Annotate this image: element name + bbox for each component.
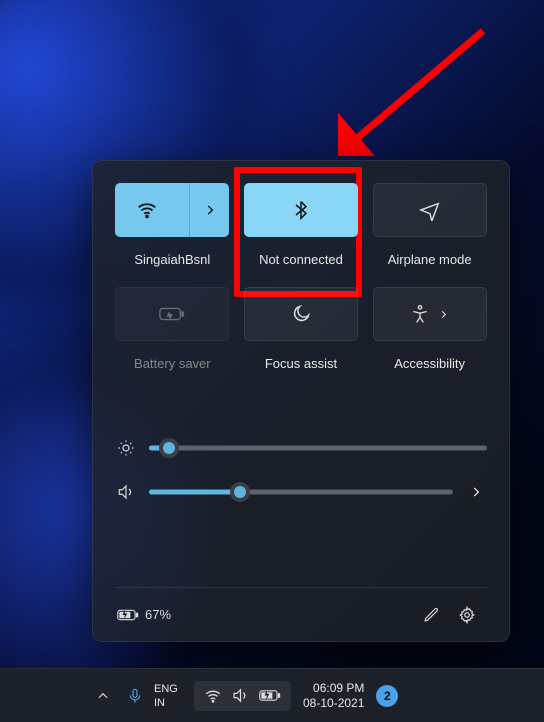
battery-icon [259, 689, 281, 702]
wifi-label: SingaiahBsnl [134, 245, 210, 273]
clock-time: 06:09 PM [303, 681, 364, 696]
quick-tiles-grid: SingaiahBsnl Not connected Airplane mode [115, 183, 487, 383]
wifi-toggle[interactable] [115, 183, 179, 237]
notification-badge[interactable]: 2 [376, 685, 398, 707]
wifi-icon [136, 199, 158, 221]
edit-button[interactable] [413, 597, 449, 633]
airplane-icon [419, 199, 441, 221]
chevron-up-icon [96, 689, 110, 703]
volume-icon [115, 483, 137, 501]
taskbar: ENG IN 06:09 PM 08-10-2021 2 [0, 668, 544, 722]
quick-settings-footer: 67% [115, 587, 487, 641]
volume-slider[interactable] [149, 483, 453, 501]
battery-percent: 67% [145, 607, 171, 622]
clock-button[interactable]: 06:09 PM 08-10-2021 [303, 681, 364, 711]
battery-saver-tile[interactable] [115, 287, 229, 341]
battery-saver-icon [159, 305, 185, 323]
tray-overflow-button[interactable] [86, 689, 120, 703]
accessibility-tile[interactable] [373, 287, 487, 341]
settings-button[interactable] [449, 597, 485, 633]
bluetooth-icon [291, 199, 311, 221]
microphone-button[interactable] [120, 687, 150, 705]
lang-line1: ENG [154, 682, 190, 696]
bluetooth-label: Not connected [259, 245, 343, 273]
accessibility-icon [410, 304, 430, 324]
airplane-mode-tile[interactable] [373, 183, 487, 237]
wifi-icon [204, 687, 222, 705]
system-tray[interactable] [194, 681, 291, 711]
volume-expand-button[interactable] [465, 485, 487, 499]
brightness-row [115, 439, 487, 457]
clock-date: 08-10-2021 [303, 696, 364, 711]
notification-count: 2 [384, 689, 391, 703]
gear-icon [458, 606, 476, 624]
focus-assist-tile[interactable] [244, 287, 358, 341]
sliders-section [115, 413, 487, 527]
language-button[interactable]: ENG IN [150, 682, 194, 710]
bluetooth-tile[interactable] [244, 183, 358, 237]
volume-row [115, 483, 487, 501]
chevron-right-icon [203, 203, 217, 217]
moon-icon [291, 304, 311, 324]
chevron-right-icon [438, 309, 449, 320]
brightness-slider[interactable] [149, 439, 487, 457]
battery-status-icon[interactable]: 67% [117, 607, 171, 622]
brightness-icon [115, 439, 137, 457]
accessibility-label: Accessibility [394, 349, 465, 377]
battery-saver-label: Battery saver [134, 349, 211, 377]
wifi-tile[interactable] [115, 183, 229, 237]
pencil-icon [423, 606, 440, 623]
quick-settings-panel: SingaiahBsnl Not connected Airplane mode [92, 160, 510, 642]
volume-icon [232, 687, 249, 704]
focus-assist-label: Focus assist [265, 349, 337, 377]
lang-line2: IN [154, 696, 190, 710]
airplane-mode-label: Airplane mode [388, 245, 472, 273]
annotation-arrow [338, 26, 488, 156]
chevron-right-icon [469, 485, 483, 499]
microphone-icon [127, 687, 143, 705]
wifi-expand-button[interactable] [189, 183, 229, 237]
